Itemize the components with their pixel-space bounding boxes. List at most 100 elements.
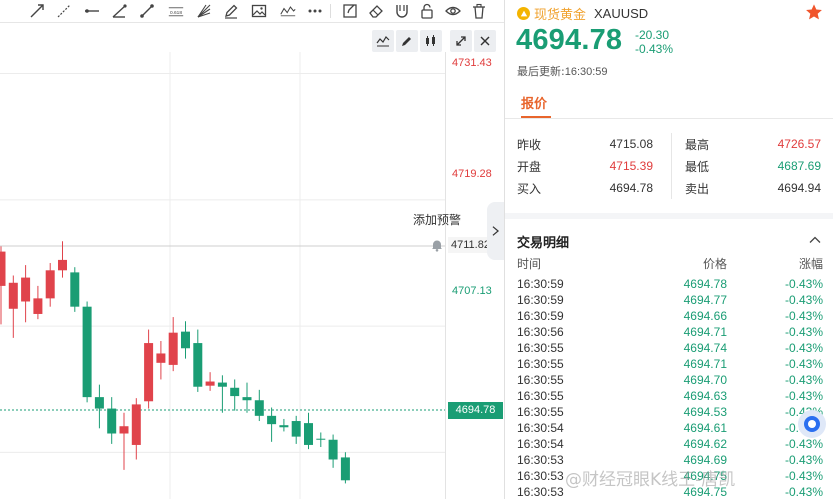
trade-price: 4694.70 (683, 373, 727, 387)
candle (205, 372, 215, 391)
current-price-tag: 4694.78 (448, 402, 503, 419)
candle (181, 321, 190, 359)
stat-value: 4715.08 (609, 137, 653, 151)
fib-retracement-icon[interactable]: 0.618 (166, 2, 186, 20)
close-chart-button[interactable] (474, 30, 496, 52)
indicator-button[interactable] (372, 30, 394, 52)
stat-row: 买入 4694.78 卖出 4694.94 (517, 177, 823, 199)
candle-body (242, 397, 252, 401)
trend-angle-icon[interactable] (110, 2, 128, 20)
candle (156, 340, 166, 380)
candle (70, 267, 80, 312)
pen-icon[interactable] (222, 2, 240, 20)
expand-icon (456, 36, 466, 46)
candle-body (8, 282, 18, 309)
eye-icon[interactable] (444, 2, 462, 20)
trade-row[interactable]: 16:30:554694.53-0.43% (517, 404, 823, 420)
stat-value: 4694.94 (777, 181, 821, 195)
trade-row[interactable]: 16:30:55 4694.74 -0.43% (517, 340, 823, 356)
candle (304, 412, 313, 450)
tab-quote[interactable]: 报价 (521, 93, 547, 112)
lock-icon[interactable] (418, 2, 436, 20)
candle-body (107, 408, 117, 434)
bell-icon[interactable] (430, 238, 444, 252)
candle (267, 407, 277, 442)
watermark: @财经冠眼K线王-唐凯 (565, 470, 736, 490)
candle (119, 412, 129, 470)
note-icon[interactable] (341, 2, 359, 20)
trade-change: -0.43% (784, 309, 823, 323)
candle-body (181, 331, 190, 349)
trade-time: 16:30:59 (517, 293, 564, 307)
pencil-icon (402, 37, 411, 46)
trade-price: 4694.66 (683, 309, 727, 323)
segment-icon[interactable] (138, 2, 156, 20)
chat-bubble-icon (804, 416, 820, 432)
instrument-header: 现货黄金 XAUUSD (517, 4, 648, 23)
price-change: -20.30 -0.43% (635, 28, 673, 56)
stat-label: 买入 (517, 181, 542, 196)
header-change: 涨幅 (798, 257, 823, 271)
candle-body (0, 251, 6, 286)
horizontal-line-icon[interactable] (83, 2, 101, 20)
trade-row[interactable]: 16:30:55 4694.63 -0.43% (517, 388, 823, 404)
candle-body (156, 353, 166, 363)
wave-icon[interactable] (278, 2, 298, 20)
change-percent: -0.43% (635, 42, 674, 56)
candle-body (205, 381, 215, 386)
eraser-icon[interactable] (367, 2, 385, 20)
candle-body (230, 387, 240, 397)
trade-change: -0.43% (784, 437, 823, 451)
image-icon[interactable] (250, 2, 268, 20)
candle-body (58, 259, 67, 271)
trade-time: 16:30:55 (517, 341, 564, 355)
candle-body (193, 343, 203, 387)
extended-line-icon[interactable] (55, 2, 73, 20)
stat-label: 开盘 (517, 159, 542, 174)
trade-row[interactable]: 16:30:55 4694.70 -0.43% (517, 372, 823, 388)
trade-row[interactable]: 16:30:59 4694.66 -0.43% (517, 308, 823, 324)
stat-row: 开盘 4715.39 最低 4687.69 (517, 155, 823, 177)
add-alert-label[interactable]: 添加预警 (413, 211, 461, 228)
candle (217, 375, 227, 413)
trade-row[interactable]: 16:30:59 4694.78 -0.43% (517, 276, 823, 292)
fullscreen-button[interactable] (450, 30, 472, 52)
candlestick-chart[interactable] (0, 52, 446, 499)
assistant-button[interactable] (798, 410, 826, 438)
trade-price: 4694.61 (683, 421, 727, 435)
favorite-star-icon[interactable] (805, 3, 823, 21)
collapse-panel-button[interactable] (487, 202, 504, 260)
candle-body (82, 306, 92, 398)
candles-group (0, 241, 350, 484)
fan-icon[interactable] (195, 2, 213, 20)
trash-icon[interactable] (470, 2, 488, 20)
trade-row[interactable]: 16:30:59 4694.77 -0.43% (517, 292, 823, 308)
trade-row[interactable]: 16:30:56 4694.71 -0.43% (517, 324, 823, 340)
trade-row[interactable]: 16:30:54 4694.62 -0.43% (517, 436, 823, 452)
candle (82, 301, 92, 403)
trade-change: -0.43% (784, 341, 823, 355)
magnet-icon[interactable] (393, 2, 411, 20)
svg-text:0.618: 0.618 (170, 10, 182, 16)
close-icon (480, 36, 490, 46)
chart-grid (0, 52, 446, 499)
ray-line-icon[interactable] (28, 2, 46, 20)
trade-time: 16:30:55 (517, 373, 564, 387)
candle-body (254, 400, 264, 416)
more-icon[interactable] (306, 2, 324, 20)
toolbar-divider (330, 4, 331, 18)
trade-change: -0.43% (784, 453, 823, 467)
candle (8, 275, 18, 338)
trade-row[interactable]: 16:30:544694.61-0.43% (517, 420, 823, 436)
chevron-up-icon[interactable] (809, 234, 821, 246)
trade-price: 4694.71 (683, 357, 727, 371)
trade-row[interactable]: 16:30:55 4694.71 -0.43% (517, 356, 823, 372)
candle-style-button[interactable] (420, 30, 442, 52)
stats-divider (671, 133, 672, 199)
draw-button[interactable] (396, 30, 418, 52)
candle-body (168, 332, 178, 365)
trade-time: 16:30:54 (517, 437, 564, 451)
candle (21, 265, 31, 323)
stat-value: 4715.39 (609, 159, 653, 173)
candle (254, 389, 264, 422)
